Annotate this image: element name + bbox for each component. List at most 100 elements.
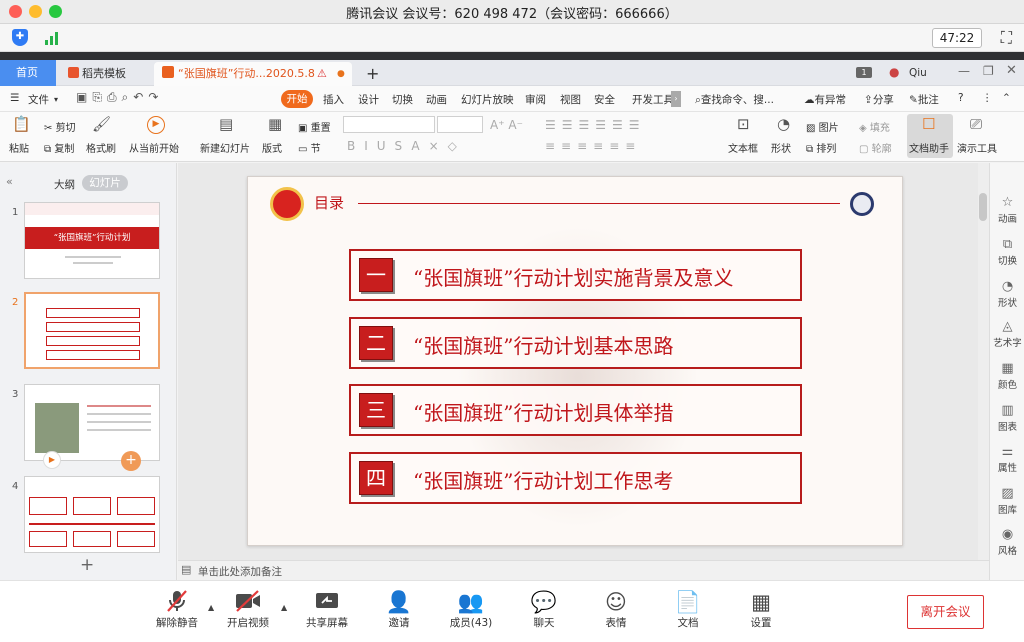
search-command[interactable]: ⌕查找命令、搜... <box>695 92 774 107</box>
notes-placeholder[interactable]: 单击此处添加备注 <box>198 564 282 579</box>
current-slide[interactable]: 目录 一 “张国旗班”行动计划实施背景及意义 二 “张国旗班”行动计划基本思路 … <box>247 176 903 546</box>
layout-icon[interactable]: ▦ <box>268 115 282 133</box>
signal-strength-icon[interactable] <box>44 29 62 46</box>
shape-icon[interactable]: ◔ <box>777 115 790 133</box>
format-painter-button[interactable]: 格式刷 <box>86 140 116 155</box>
comment-button[interactable]: ✎批注 <box>909 92 939 107</box>
restore-icon[interactable]: ❐ <box>983 64 994 78</box>
menu-file[interactable]: 文件 <box>28 92 49 107</box>
toc-row-4[interactable]: 四 “张国旗班”行动计划工作思考 <box>349 452 802 504</box>
paste-icon[interactable]: 📋 <box>12 115 31 133</box>
leave-meeting-button[interactable]: 离开会议 <box>907 595 984 629</box>
issue-button[interactable]: ☁有异常 <box>804 92 846 107</box>
cut-button[interactable]: ✂ 剪切 <box>44 119 76 134</box>
slide-thumbnail-3[interactable]: ▶ + <box>24 384 160 471</box>
tab-slides[interactable]: 幻灯片 <box>82 175 128 191</box>
toc-row-3[interactable]: 三 “张国旗班”行动计划具体举措 <box>349 384 802 436</box>
video-options-caret-icon[interactable]: ▲ <box>281 603 287 612</box>
emoji-button[interactable]: ☺ 表情 <box>584 589 648 630</box>
add-slide-icon[interactable]: + <box>121 451 141 471</box>
docs-button[interactable]: 📄 文档 <box>656 589 720 630</box>
quick-access-icons[interactable]: ▣⎘⎙⌕↶↷ <box>76 90 163 105</box>
chat-button[interactable]: 💬 聊天 <box>512 589 576 630</box>
wordart-tool[interactable]: ◬ 艺术字 <box>990 319 1024 349</box>
gallery-tool[interactable]: ▨ 图库 <box>990 486 1024 516</box>
start-video-button[interactable]: 开启视频 <box>216 589 280 630</box>
user-name[interactable]: Qiu <box>909 67 927 79</box>
toc-row-2[interactable]: 二 “张国旗班”行动计划基本思路 <box>349 317 802 369</box>
transition-tool[interactable]: ⧉ 切换 <box>990 237 1024 267</box>
shape-tool[interactable]: ◔ 形状 <box>990 279 1024 309</box>
window-count-icon[interactable]: 1 <box>856 67 872 78</box>
outline-button[interactable]: ▢ 轮廓 <box>859 140 892 155</box>
fill-button[interactable]: ◈ 填充 <box>859 119 890 134</box>
play-slide-icon[interactable]: ▶ <box>43 451 61 469</box>
section-button[interactable]: ▭ 节 <box>298 140 321 155</box>
tab-review[interactable]: 审阅 <box>525 92 546 107</box>
format-painter-icon[interactable]: 🖌 <box>92 115 111 133</box>
help-icon[interactable]: ? <box>958 92 964 104</box>
collapse-ribbon-icon[interactable]: ⌃ <box>1002 92 1011 104</box>
collapse-panel-icon[interactable]: « <box>6 175 13 188</box>
tab-security[interactable]: 安全 <box>594 92 615 107</box>
toc-row-1[interactable]: 一 “张国旗班”行动计划实施背景及意义 <box>349 249 802 301</box>
tab-animation[interactable]: 动画 <box>426 92 447 107</box>
more-icon[interactable]: ⋮ <box>982 92 993 104</box>
reset-button[interactable]: ▣ 重置 <box>298 119 331 134</box>
font-style-icons[interactable]: BIUSA×◇ <box>347 139 466 153</box>
hamburger-icon[interactable]: ☰ <box>10 92 19 104</box>
picture-button[interactable]: ▨ 图片 <box>806 119 839 134</box>
tab-start[interactable]: 开始 <box>281 90 313 108</box>
tab-template[interactable]: 稻壳模板 <box>60 62 150 86</box>
tab-insert[interactable]: 插入 <box>323 92 344 107</box>
fullscreen-icon[interactable]: ⛶ <box>1001 28 1012 48</box>
present-tool-button[interactable]: 演示工具 <box>957 140 997 155</box>
close-icon[interactable]: ✕ <box>1006 63 1017 78</box>
present-tool-icon[interactable]: ⎚ <box>970 115 982 133</box>
alignment-icons[interactable]: ≡≡≡≡≡≡ <box>545 139 641 153</box>
animation-tool[interactable]: ☆ 动画 <box>990 195 1024 225</box>
textbox-button[interactable]: 文本框 <box>728 140 758 155</box>
mic-options-caret-icon[interactable]: ▲ <box>208 603 214 612</box>
color-tool[interactable]: ▦ 颜色 <box>990 361 1024 391</box>
slide-thumbnail-4[interactable] <box>24 476 160 553</box>
new-slide-icon[interactable]: ▤ <box>219 115 233 133</box>
tab-design[interactable]: 设计 <box>358 92 379 107</box>
notes-bar[interactable]: ▤ 单击此处添加备注 <box>178 560 989 580</box>
font-name-select[interactable] <box>343 116 435 133</box>
share-button[interactable]: ⇪分享 <box>864 92 894 107</box>
settings-button[interactable]: ▦ 设置 <box>729 589 793 630</box>
vertical-scrollbar[interactable] <box>978 163 989 560</box>
textbox-icon[interactable]: ⊡ <box>737 115 750 133</box>
shape-button[interactable]: 形状 <box>771 140 791 155</box>
paste-button[interactable]: 粘贴 <box>9 140 29 155</box>
tab-document[interactable]: “张国旗班”行动...2020.5.8 ⚠ ● <box>154 62 352 86</box>
font-size-select[interactable] <box>437 116 483 133</box>
chart-tool[interactable]: ▥ 图表 <box>990 403 1024 433</box>
play-icon[interactable]: ▶ <box>147 116 165 134</box>
members-button[interactable]: 👥 成员(43) <box>439 589 503 630</box>
user-avatar-icon[interactable]: ● <box>889 65 899 79</box>
scrollbar-thumb[interactable] <box>979 193 987 221</box>
new-slide-button[interactable]: 新建幻灯片 <box>200 140 250 155</box>
copy-button[interactable]: ⧉ 复制 <box>44 140 74 155</box>
tab-transition[interactable]: 切换 <box>392 92 413 107</box>
font-grow-shrink-icons[interactable]: A⁺ A⁻ <box>490 118 523 132</box>
minimize-icon[interactable]: — <box>958 64 970 78</box>
add-slide-button[interactable]: + <box>80 555 94 575</box>
style-tool[interactable]: ◉ 风格 <box>990 527 1024 557</box>
property-tool[interactable]: ⚌ 属性 <box>990 444 1024 474</box>
security-shield-icon[interactable]: ✚ <box>12 29 28 46</box>
tab-outline[interactable]: 大纲 <box>54 177 75 192</box>
unmute-button[interactable]: 解除静音 <box>145 589 209 630</box>
slide-thumbnail-1[interactable]: “张国旗班”行动计划 <box>24 202 160 279</box>
invite-button[interactable]: 👤 邀请 <box>367 589 431 630</box>
paragraph-icons[interactable]: ☰☰☰☰☰☰ <box>545 118 646 132</box>
new-tab-button[interactable]: + <box>358 62 382 86</box>
from-current-button[interactable]: 从当前开始 <box>129 140 179 155</box>
tab-view[interactable]: 视图 <box>560 92 581 107</box>
arrange-button[interactable]: ⧉ 排列 <box>806 140 836 155</box>
tab-developer[interactable]: 开发工具 <box>632 92 674 107</box>
slide-thumbnail-2[interactable] <box>24 292 160 369</box>
tab-slideshow[interactable]: 幻灯片放映 <box>461 92 514 107</box>
